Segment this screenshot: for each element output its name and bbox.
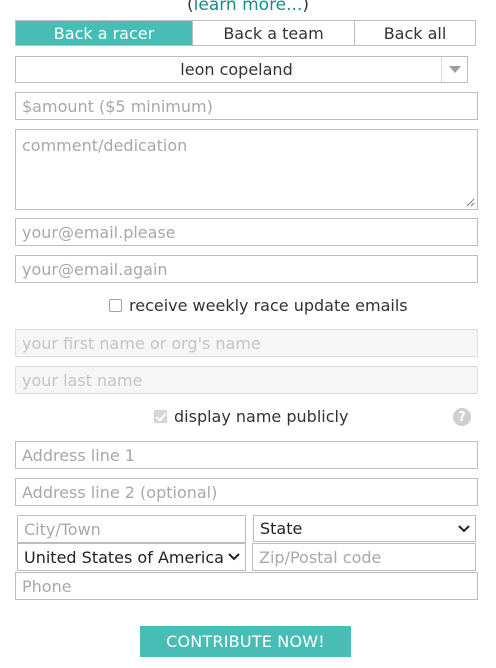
weekly-updates-label: receive weekly race update emails	[129, 295, 408, 315]
chevron-down-icon	[228, 553, 240, 561]
state-select[interactable]: State	[253, 515, 476, 542]
phone-input[interactable]: Phone	[15, 572, 478, 600]
open-paren: (	[187, 0, 194, 15]
display-publicly-label: display name publicly	[174, 406, 349, 426]
amount-input[interactable]: $amount ($5 minimum)	[15, 92, 478, 120]
city-input[interactable]: City/Town	[17, 515, 246, 543]
tab-back-a-racer[interactable]: Back a racer	[16, 21, 193, 45]
tab-back-all[interactable]: Back all	[355, 21, 475, 45]
email-placeholder: your@email.please	[22, 222, 176, 242]
learn-more-line: (learn more...)	[0, 0, 496, 17]
address-line-2-placeholder: Address line 2 (optional)	[22, 482, 218, 502]
display-publicly-row: display name publicly	[154, 405, 394, 427]
amount-placeholder: $amount ($5 minimum)	[22, 96, 213, 116]
country-select-value: United States of America	[24, 547, 224, 567]
country-select[interactable]: United States of America	[17, 543, 246, 571]
weekly-updates-checkbox[interactable]	[109, 298, 122, 312]
address-line-1-input[interactable]: Address line 1	[15, 441, 478, 469]
resize-grip-icon[interactable]	[466, 198, 475, 207]
backing-type-tabs: Back a racer Back a team Back all	[15, 20, 476, 46]
zip-input[interactable]: Zip/Postal code	[252, 543, 476, 571]
chevron-down-icon	[448, 66, 461, 73]
email-input[interactable]: your@email.please	[15, 218, 478, 246]
city-placeholder: City/Town	[24, 519, 101, 539]
weekly-updates-row: receive weekly race update emails	[109, 294, 409, 316]
contribute-button[interactable]: CONTRIBUTE NOW!	[140, 626, 351, 657]
phone-placeholder: Phone	[22, 576, 72, 596]
email-confirm-input[interactable]: your@email.again	[15, 255, 478, 283]
help-icon[interactable]: ?	[453, 408, 471, 426]
chevron-down-icon	[458, 524, 470, 532]
address-line-2-input[interactable]: Address line 2 (optional)	[15, 478, 478, 506]
racer-select[interactable]: leon copeland	[15, 56, 468, 83]
last-name-input[interactable]: your last name	[15, 366, 478, 394]
first-name-input[interactable]: your first name or org's name	[15, 329, 478, 357]
learn-more-link[interactable]: learn more...	[194, 0, 303, 15]
address-line-1-placeholder: Address line 1	[22, 445, 135, 465]
display-publicly-checkbox[interactable]	[154, 409, 167, 423]
racer-select-value: leon copeland	[180, 60, 293, 79]
comment-placeholder: comment/dedication	[22, 136, 188, 155]
email-confirm-placeholder: your@email.again	[22, 259, 168, 279]
racer-select-arrow[interactable]	[441, 57, 467, 82]
last-name-placeholder: your last name	[22, 370, 143, 390]
first-name-placeholder: your first name or org's name	[22, 333, 261, 353]
comment-textarea[interactable]: comment/dedication	[15, 129, 478, 210]
tab-back-a-team[interactable]: Back a team	[193, 21, 355, 45]
close-paren: )	[302, 0, 309, 15]
state-select-value: State	[260, 519, 303, 538]
zip-placeholder: Zip/Postal code	[259, 547, 382, 567]
